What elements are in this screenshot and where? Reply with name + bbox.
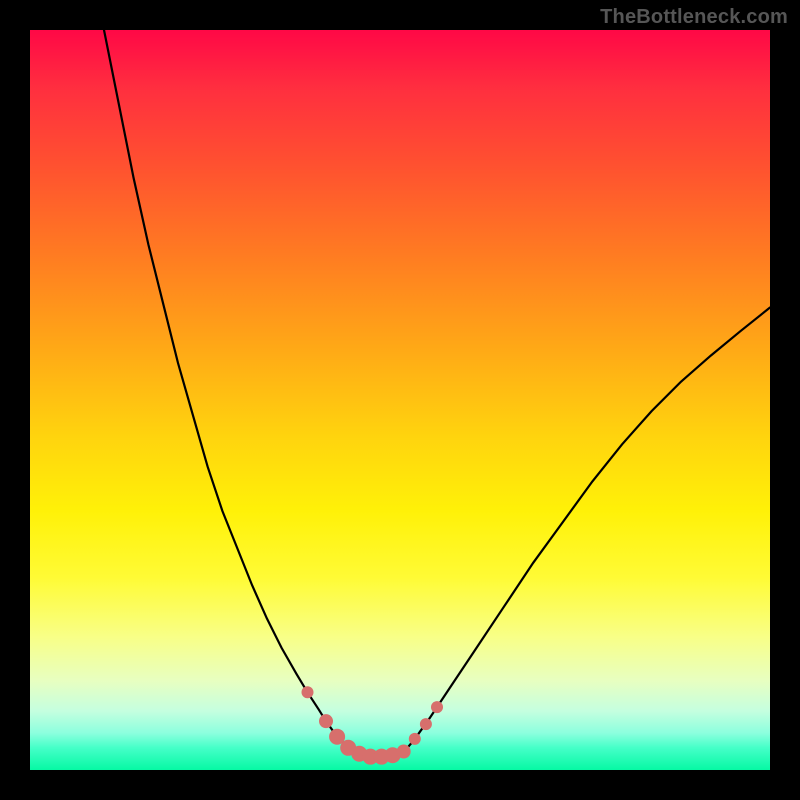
chart-frame: TheBottleneck.com bbox=[0, 0, 800, 800]
chart-svg bbox=[30, 30, 770, 770]
curve-left bbox=[104, 30, 356, 754]
data-marker bbox=[302, 686, 314, 698]
plot-area bbox=[30, 30, 770, 770]
data-marker bbox=[319, 714, 333, 728]
curve-right bbox=[400, 308, 770, 754]
data-marker bbox=[397, 745, 411, 759]
data-marker bbox=[420, 718, 432, 730]
data-marker bbox=[409, 733, 421, 745]
data-markers bbox=[302, 686, 444, 764]
data-marker bbox=[431, 701, 443, 713]
watermark-text: TheBottleneck.com bbox=[600, 6, 788, 29]
